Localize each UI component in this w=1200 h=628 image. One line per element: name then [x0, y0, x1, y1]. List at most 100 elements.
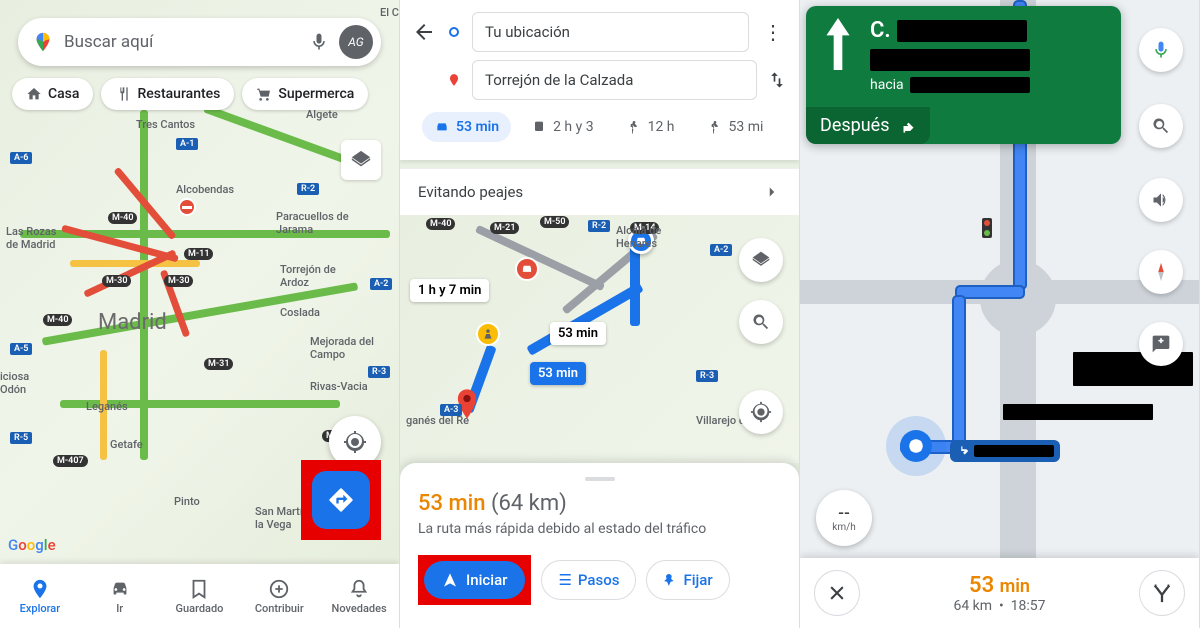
- report-fab[interactable]: [1139, 322, 1183, 366]
- plus-circle-icon: [268, 578, 290, 600]
- mode-car[interactable]: 53 min: [422, 112, 511, 142]
- nav-distance: 64 km: [953, 598, 992, 614]
- eta-unit: min: [1000, 576, 1030, 597]
- voice-search-fab[interactable]: [1139, 28, 1183, 72]
- hw-badge: M-21: [490, 222, 519, 234]
- avoid-text: Evitando peajes: [418, 183, 523, 201]
- home-icon: [26, 86, 42, 102]
- pin-button[interactable]: Fijar: [646, 560, 729, 600]
- compass-fab[interactable]: [1139, 250, 1183, 294]
- chip-label: Casa: [48, 86, 79, 102]
- ride-icon: [707, 119, 723, 135]
- close-icon: [827, 583, 847, 603]
- city-label: Alcalá de Henares: [616, 224, 676, 250]
- hw-badge: R-5: [10, 432, 32, 444]
- swap-icon[interactable]: [767, 70, 787, 90]
- my-location-button[interactable]: [739, 390, 783, 434]
- mode-transit[interactable]: 2 h y 3: [519, 112, 606, 142]
- nav-label: Contribuir: [255, 602, 304, 615]
- action-row: Iniciar ☰Pasos Fijar: [418, 555, 781, 605]
- nav-arrival-time: 18:57: [1011, 598, 1046, 614]
- hw-badge: R-3: [696, 370, 718, 382]
- bell-icon: [348, 578, 370, 600]
- map-canvas-directions[interactable]: 1 h y 7 min 53 min 53 min M-40 M-21 M-50…: [400, 214, 799, 463]
- city-label: ganés del Re: [406, 414, 469, 427]
- street-prefix: C.: [870, 18, 891, 43]
- turn-right-icon: [896, 116, 916, 136]
- nav-updates[interactable]: Novedades: [319, 564, 399, 628]
- route-options-row[interactable]: Evitando peajes: [400, 168, 799, 215]
- waypoint-indicator: [446, 73, 462, 87]
- more-menu-icon[interactable]: ⋮: [759, 20, 787, 44]
- chip-home[interactable]: Casa: [12, 78, 93, 110]
- nav-saved[interactable]: Guardado: [160, 564, 240, 628]
- search-icon: [1151, 116, 1171, 136]
- search-fab[interactable]: [739, 300, 783, 344]
- mode-other[interactable]: 53 mi: [695, 112, 776, 142]
- hw-badge: M-30: [102, 275, 131, 287]
- microphone-icon[interactable]: [309, 32, 329, 52]
- city-label: Torrejón de Ardoz: [280, 263, 340, 289]
- navigation-instruction-card[interactable]: C. hacia Después: [806, 6, 1121, 144]
- next-turn-bubble: [950, 440, 1060, 462]
- nav-contribute[interactable]: Contribuir: [239, 564, 319, 628]
- route-summary-sheet[interactable]: 53 min (64 km) La ruta más rápida debido…: [400, 463, 799, 628]
- directions-fab[interactable]: [312, 471, 370, 529]
- hw-badge: R-3: [368, 366, 390, 378]
- city-label: Coslada: [280, 306, 320, 319]
- mode-walk[interactable]: 12 h: [614, 112, 687, 142]
- route-primary-label[interactable]: 53 min: [530, 362, 586, 385]
- origin-input[interactable]: Tu ubicación: [472, 12, 749, 52]
- crosshair-icon: [343, 430, 367, 454]
- search-bar[interactable]: Buscar aquí AG: [18, 18, 381, 66]
- layers-button[interactable]: [739, 238, 783, 282]
- next-label: Después: [820, 115, 890, 136]
- steps-button[interactable]: ☰Pasos: [541, 560, 636, 600]
- highlight-directions-fab: [301, 460, 381, 540]
- chip-restaurants[interactable]: Restaurantes: [101, 78, 234, 110]
- button-label: Iniciar: [466, 571, 507, 589]
- crosshair-icon: [750, 401, 772, 423]
- cart-icon: [256, 86, 272, 102]
- search-icon: [751, 312, 771, 332]
- search-fab[interactable]: [1139, 104, 1183, 148]
- drag-handle[interactable]: [585, 477, 615, 481]
- directions-icon: [327, 486, 355, 514]
- route-alt-label[interactable]: 1 h y 7 min: [410, 279, 489, 302]
- hw-badge: M-31: [204, 358, 233, 370]
- destination-input[interactable]: Torrejón de la Calzada: [472, 60, 757, 100]
- back-arrow-icon[interactable]: [412, 20, 436, 44]
- nav-go[interactable]: Ir: [80, 564, 160, 628]
- next-instruction: Después: [806, 107, 930, 144]
- nav-label: Ir: [116, 602, 123, 615]
- start-navigation-button[interactable]: Iniciar: [424, 561, 525, 599]
- hw-badge: R-2: [297, 183, 319, 195]
- sound-fab[interactable]: [1139, 178, 1183, 222]
- car-icon: [109, 578, 131, 600]
- nav-label: Explorar: [20, 602, 61, 615]
- city-label: Leganés: [86, 400, 128, 413]
- incident-icon: [515, 257, 539, 281]
- route-alt-label[interactable]: 53 min: [550, 322, 606, 345]
- navigation-eta[interactable]: 53 min 64 km • 18:57: [860, 573, 1139, 614]
- waypoint-indicator: [446, 27, 462, 37]
- city-label: Pinto: [174, 495, 200, 508]
- button-label: Pasos: [578, 571, 620, 589]
- chip-supermarkets[interactable]: Supermerca: [242, 78, 368, 110]
- user-location-dot: [900, 430, 932, 462]
- highlight-start-button: Iniciar: [418, 555, 531, 605]
- alternate-routes-button[interactable]: [1139, 570, 1185, 616]
- nav-explore[interactable]: Explorar: [0, 564, 80, 628]
- pin-icon: [29, 578, 51, 600]
- pin-icon: [447, 73, 461, 87]
- close-navigation-button[interactable]: [814, 570, 860, 616]
- city-label: Rivas-Vacia: [310, 380, 368, 393]
- mode-label: 53 mi: [729, 119, 764, 135]
- pushpin-icon: [663, 573, 677, 587]
- chip-label: Restaurantes: [137, 86, 220, 102]
- speed-value: --: [838, 503, 850, 522]
- navigation-footer: 53 min 64 km • 18:57: [800, 558, 1199, 628]
- account-avatar[interactable]: AG: [339, 25, 373, 59]
- layers-button[interactable]: [341, 140, 381, 180]
- restaurant-icon: [115, 86, 131, 102]
